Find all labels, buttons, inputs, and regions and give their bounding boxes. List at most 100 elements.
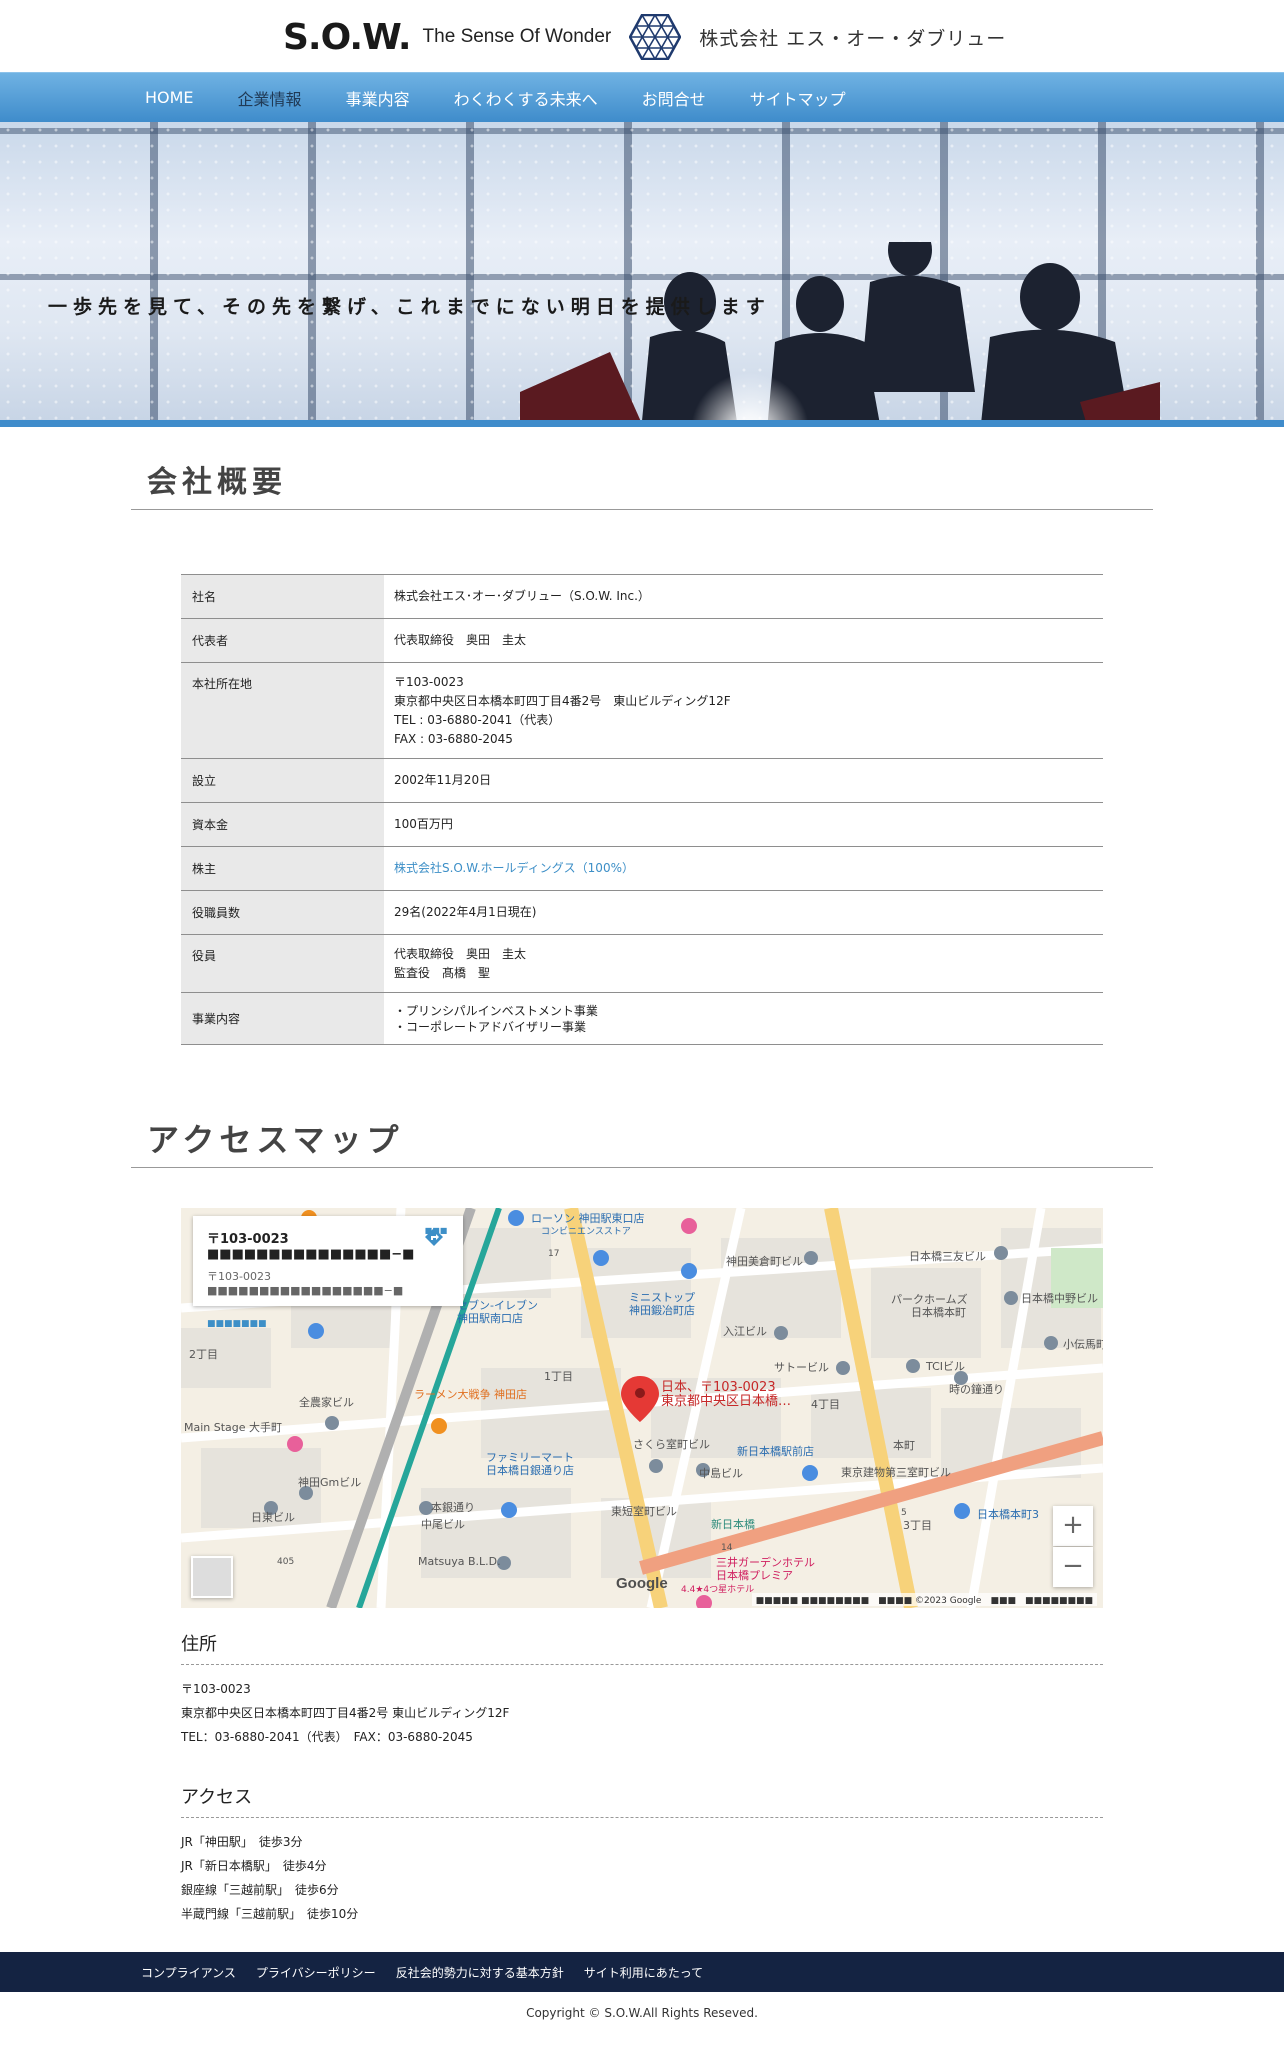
map-label: 日本橋日銀通り店 xyxy=(486,1463,574,1477)
pin-label: 日本、〒103-0023 xyxy=(661,1380,776,1395)
row-value: 代表取締役 奥田 圭太 監査役 髙橋 聖 xyxy=(384,935,1103,993)
map-label: パークホームズ xyxy=(891,1292,968,1306)
map-label: 中尾ビル xyxy=(421,1518,465,1531)
map-label: 5 xyxy=(901,1508,907,1518)
map-label: 本銀通り xyxy=(431,1500,475,1514)
google-logo: Google xyxy=(616,1575,668,1592)
company-table: 社名 株式会社エス･オー･ダブリュー（S.O.W. Inc.） 代表者 代表取締… xyxy=(181,574,1103,1045)
company-section-title: 会社概要 xyxy=(131,457,1153,510)
map-label: コンビニエンスストア xyxy=(541,1226,631,1237)
map-label: 405 xyxy=(277,1557,294,1567)
footer-link-privacy[interactable]: プライバシーポリシー xyxy=(256,1964,376,1981)
map-label: 2丁目 xyxy=(189,1348,218,1361)
nav-future[interactable]: わくわくする未来へ xyxy=(454,86,598,110)
place-title: 〒103-0023 ■■■■■■■■■■■■■■■−■ xyxy=(207,1232,415,1262)
footer-link-compliance[interactable]: コンプライアンス xyxy=(141,1964,236,1981)
directions-icon xyxy=(425,1228,443,1246)
map-label: セブン-イレブン xyxy=(457,1298,538,1312)
hero-banner: 一歩先を見て、その先を繋げ、これまでにない明日を提供します xyxy=(0,122,1284,420)
address-block: 住所 〒103-0023 東京都中央区日本橋本町四丁目4番2号 東山ビルディング… xyxy=(181,1630,1103,1749)
map-label: ファミリーマート xyxy=(486,1451,574,1464)
row-value: 株式会社S.O.W.ホールディングス（100%） xyxy=(384,847,1103,891)
copyright: Copyright © S.O.W.All Rights Reseved. xyxy=(526,2006,758,2020)
map-label: 小伝馬町 xyxy=(1063,1338,1103,1351)
officer: 代表取締役 奥田 圭太 xyxy=(394,947,527,961)
nav-business[interactable]: 事業内容 xyxy=(346,86,410,110)
map-type-toggle[interactable] xyxy=(191,1556,233,1598)
map-label: 日本橋三友ビル xyxy=(909,1249,986,1263)
hexagon-emblem-icon xyxy=(629,14,682,60)
business-people-silhouette xyxy=(520,242,1160,420)
business-item: ・コーポレートアドバイザリー事業 xyxy=(394,1020,587,1034)
map-label: TCIビル xyxy=(925,1360,965,1373)
row-value: 29名(2022年4月1日現在) xyxy=(394,905,537,919)
nav-sitemap[interactable]: サイトマップ xyxy=(750,86,846,110)
access-line: JR「新日本橋駅」 徒歩4分 xyxy=(181,1859,327,1873)
map-label: 中島ビル xyxy=(699,1466,743,1480)
global-nav: HOME 企業情報 事業内容 わくわくする未来へ お問合せ サイトマップ xyxy=(0,72,1284,122)
map-label: 三井ガーデンホテル xyxy=(716,1555,815,1569)
map-label: ミニストップ xyxy=(629,1291,695,1304)
map-place-card: 〒103-0023 ■■■■■■■■■■■■■■■−■ 〒103-0023 ■■… xyxy=(193,1216,463,1329)
address-heading: 住所 xyxy=(181,1630,1103,1665)
map-label: ローソン 神田駅東口店 xyxy=(531,1211,645,1225)
address-line: TEL：03-6880-2041（代表） FAX：03-6880-2045 xyxy=(181,1730,473,1744)
shareholder-link[interactable]: 株式会社S.O.W.ホールディングス（100%） xyxy=(394,861,634,875)
access-line: 銀座線「三越前駅」 徒歩6分 xyxy=(181,1883,339,1897)
access-heading: アクセス xyxy=(181,1783,1103,1818)
table-row: 資本金 100百万円 xyxy=(181,802,1103,847)
company-name-jp: 株式会社 エス・オー・ダブリュー xyxy=(699,27,1007,50)
access-line: 半蔵門線「三越前駅」 徒歩10分 xyxy=(181,1907,359,1921)
table-row: 事業内容 ・プリンシパルインベストメント事業 ・コーポレートアドバイザリー事業 xyxy=(181,992,1103,1045)
row-value: 〒103-0023 東京都中央区日本橋本町四丁目4番2号 東山ビルディング12F… xyxy=(384,663,1103,759)
directions-button[interactable]: ■■■ xyxy=(423,1226,449,1246)
table-row: 役職員数 29名(2022年4月1日現在) xyxy=(181,890,1103,935)
row-value: 株式会社エス･オー･ダブリュー（S.O.W. Inc.） xyxy=(394,589,650,603)
row-value: 2002年11月20日 xyxy=(394,773,492,787)
footer-link-antisocial[interactable]: 反社会的勢力に対する基本方針 xyxy=(396,1964,564,1981)
map-label: サトービル xyxy=(774,1361,829,1374)
street-address: 東京都中央区日本橋本町四丁目4番2号 東山ビルディング12F xyxy=(394,694,731,708)
postal-code: 〒103-0023 xyxy=(394,675,464,689)
footer-link-terms[interactable]: サイト利用にあたって xyxy=(584,1964,703,1981)
access-section-title: アクセスマップ xyxy=(131,1115,1153,1168)
map-label: 日東ビル xyxy=(251,1511,295,1524)
map-label: 4.4★4つ星ホテル xyxy=(681,1584,754,1595)
map-label: 東短室町ビル xyxy=(611,1504,677,1518)
access-line: JR「神田駅」 徒歩3分 xyxy=(181,1835,303,1849)
access-block: アクセス JR「神田駅」 徒歩3分 JR「新日本橋駅」 徒歩4分 銀座線「三越前… xyxy=(181,1783,1103,1926)
map-attribution[interactable]: ■■■■■ ■■■■■■■■ ■■■■ ©2023 Google ■■■ ■■■… xyxy=(751,1593,1097,1606)
row-label: 社名 xyxy=(181,574,384,619)
row-value: 100百万円 xyxy=(394,817,453,831)
nav-contact[interactable]: お問合せ xyxy=(642,86,706,110)
map-label: 1丁目 xyxy=(544,1370,573,1383)
map-label: 神田駅南口店 xyxy=(457,1311,523,1325)
row-value: 代表取締役 奥田 圭太 xyxy=(394,633,527,647)
address-line: 〒103-0023 xyxy=(181,1682,251,1696)
zoom-out-button[interactable]: − xyxy=(1053,1547,1093,1587)
map-label: 神田Gmビル xyxy=(298,1475,361,1489)
hero-divider xyxy=(0,420,1284,427)
hero-tagline: 一歩先を見て、その先を繋げ、これまでにない明日を提供します xyxy=(48,296,771,318)
map-label: 日本橋本町3 xyxy=(977,1507,1039,1521)
map-label: 4丁目 xyxy=(811,1398,840,1411)
site-header: S.O.W. The Sense Of Wonder 株式会社 エス・オー・ダブ… xyxy=(0,0,1284,72)
nav-company[interactable]: 企業情報 xyxy=(238,86,302,110)
row-label: 代表者 xyxy=(181,618,384,663)
logo[interactable]: S.O.W. The Sense Of Wonder 株式会社 エス・オー・ダブ… xyxy=(283,14,1006,60)
phone-number: TEL : 03-6880-2041（代表） xyxy=(394,713,561,727)
pin-label: 東京都中央区日本橋… xyxy=(661,1393,791,1409)
map-label: 入江ビル xyxy=(723,1325,767,1338)
footer-nav: コンプライアンス プライバシーポリシー 反社会的勢力に対する基本方針 サイト利用… xyxy=(0,1952,1284,1992)
officer: 監査役 髙橋 聖 xyxy=(394,966,491,980)
place-address: 〒103-0023 ■■■■■■■■■■■■■■■■■−■ xyxy=(207,1270,404,1297)
map-label: 14 xyxy=(721,1543,733,1553)
zoom-in-button[interactable]: + xyxy=(1053,1506,1093,1546)
nav-home[interactable]: HOME xyxy=(145,88,194,107)
larger-map-link[interactable]: ■■■■■■■ xyxy=(207,1319,449,1329)
table-row: 株主 株式会社S.O.W.ホールディングス（100%） xyxy=(181,846,1103,891)
map-label: 東京建物第三室町ビル xyxy=(841,1465,951,1479)
google-map[interactable]: ローソン 神田駅東口店 コンビニエンスストア 神田美倉町ビル 日本橋三友ビル ミ… xyxy=(181,1208,1103,1608)
row-label: 設立 xyxy=(181,758,384,803)
logo-tagline: The Sense Of Wonder xyxy=(422,26,612,47)
